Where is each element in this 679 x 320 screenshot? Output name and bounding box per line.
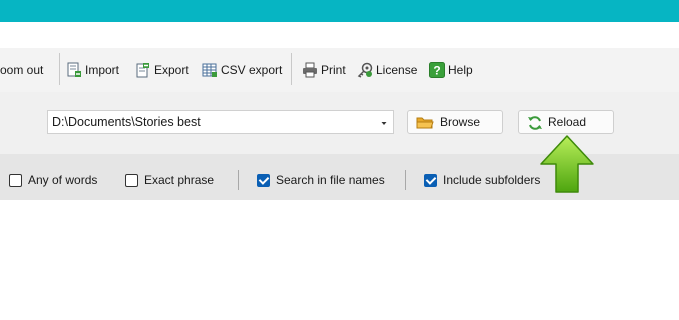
folder-icon	[416, 117, 434, 129]
exact-phrase-checkbox[interactable]: Exact phrase	[125, 173, 214, 187]
reload-label: Reload	[548, 115, 587, 129]
export-button[interactable]: Export	[135, 60, 189, 80]
help-label: Help	[448, 63, 473, 77]
title-bar-gap	[0, 22, 679, 48]
csv-export-button[interactable]: CSV export	[202, 60, 282, 80]
toolbar-separator	[291, 53, 292, 85]
license-icon	[357, 62, 373, 78]
any-of-words-box[interactable]	[9, 173, 22, 187]
exact-phrase-box[interactable]	[125, 173, 138, 187]
filter-separator	[238, 170, 239, 190]
reload-button[interactable]: Reload	[518, 110, 614, 134]
folder-path-combobox[interactable]: D:\Documents\Stories best	[47, 110, 394, 134]
exact-phrase-label: Exact phrase	[144, 173, 215, 187]
browse-label: Browse	[440, 115, 481, 129]
zoom-out-button[interactable]: oom out	[0, 60, 43, 80]
import-label: Import	[85, 63, 120, 77]
zoom-out-label: oom out	[0, 63, 44, 77]
title-bar-strip	[0, 0, 679, 22]
include-subfolders-box[interactable]	[424, 173, 437, 187]
print-icon	[303, 62, 317, 78]
any-of-words-label: Any of words	[28, 173, 98, 187]
print-label: Print	[321, 63, 346, 77]
filter-separator	[405, 170, 406, 190]
import-button[interactable]: Import	[66, 60, 119, 80]
any-of-words-checkbox[interactable]: Any of words	[9, 173, 97, 187]
include-subfolders-checkbox[interactable]: Include subfolders	[424, 173, 540, 187]
help-button[interactable]: ? Help	[429, 60, 473, 80]
csv-export-label: CSV export	[221, 63, 283, 77]
results-area	[0, 200, 679, 320]
import-icon	[67, 62, 81, 77]
toolbar: oom out Import Export CSV export Print L…	[0, 48, 679, 92]
csv-export-icon	[202, 63, 217, 77]
license-button[interactable]: License	[357, 60, 417, 80]
reload-icon	[528, 116, 542, 130]
help-icon: ?	[429, 62, 445, 78]
search-in-file-names-box[interactable]	[257, 173, 270, 187]
up-arrow-icon	[540, 135, 594, 193]
toolbar-separator	[59, 53, 60, 85]
export-label: Export	[154, 63, 189, 77]
include-subfolders-label: Include subfolders	[443, 173, 541, 187]
folder-path-value: D:\Documents\Stories best	[52, 115, 201, 129]
print-button[interactable]: Print	[302, 60, 346, 80]
browse-button[interactable]: Browse	[407, 110, 503, 134]
search-in-file-names-label: Search in file names	[276, 173, 385, 187]
license-label: License	[376, 63, 418, 77]
chevron-down-icon[interactable]	[378, 117, 390, 129]
svg-text:?: ?	[433, 64, 440, 78]
export-icon	[136, 63, 149, 78]
search-in-file-names-checkbox[interactable]: Search in file names	[257, 173, 385, 187]
